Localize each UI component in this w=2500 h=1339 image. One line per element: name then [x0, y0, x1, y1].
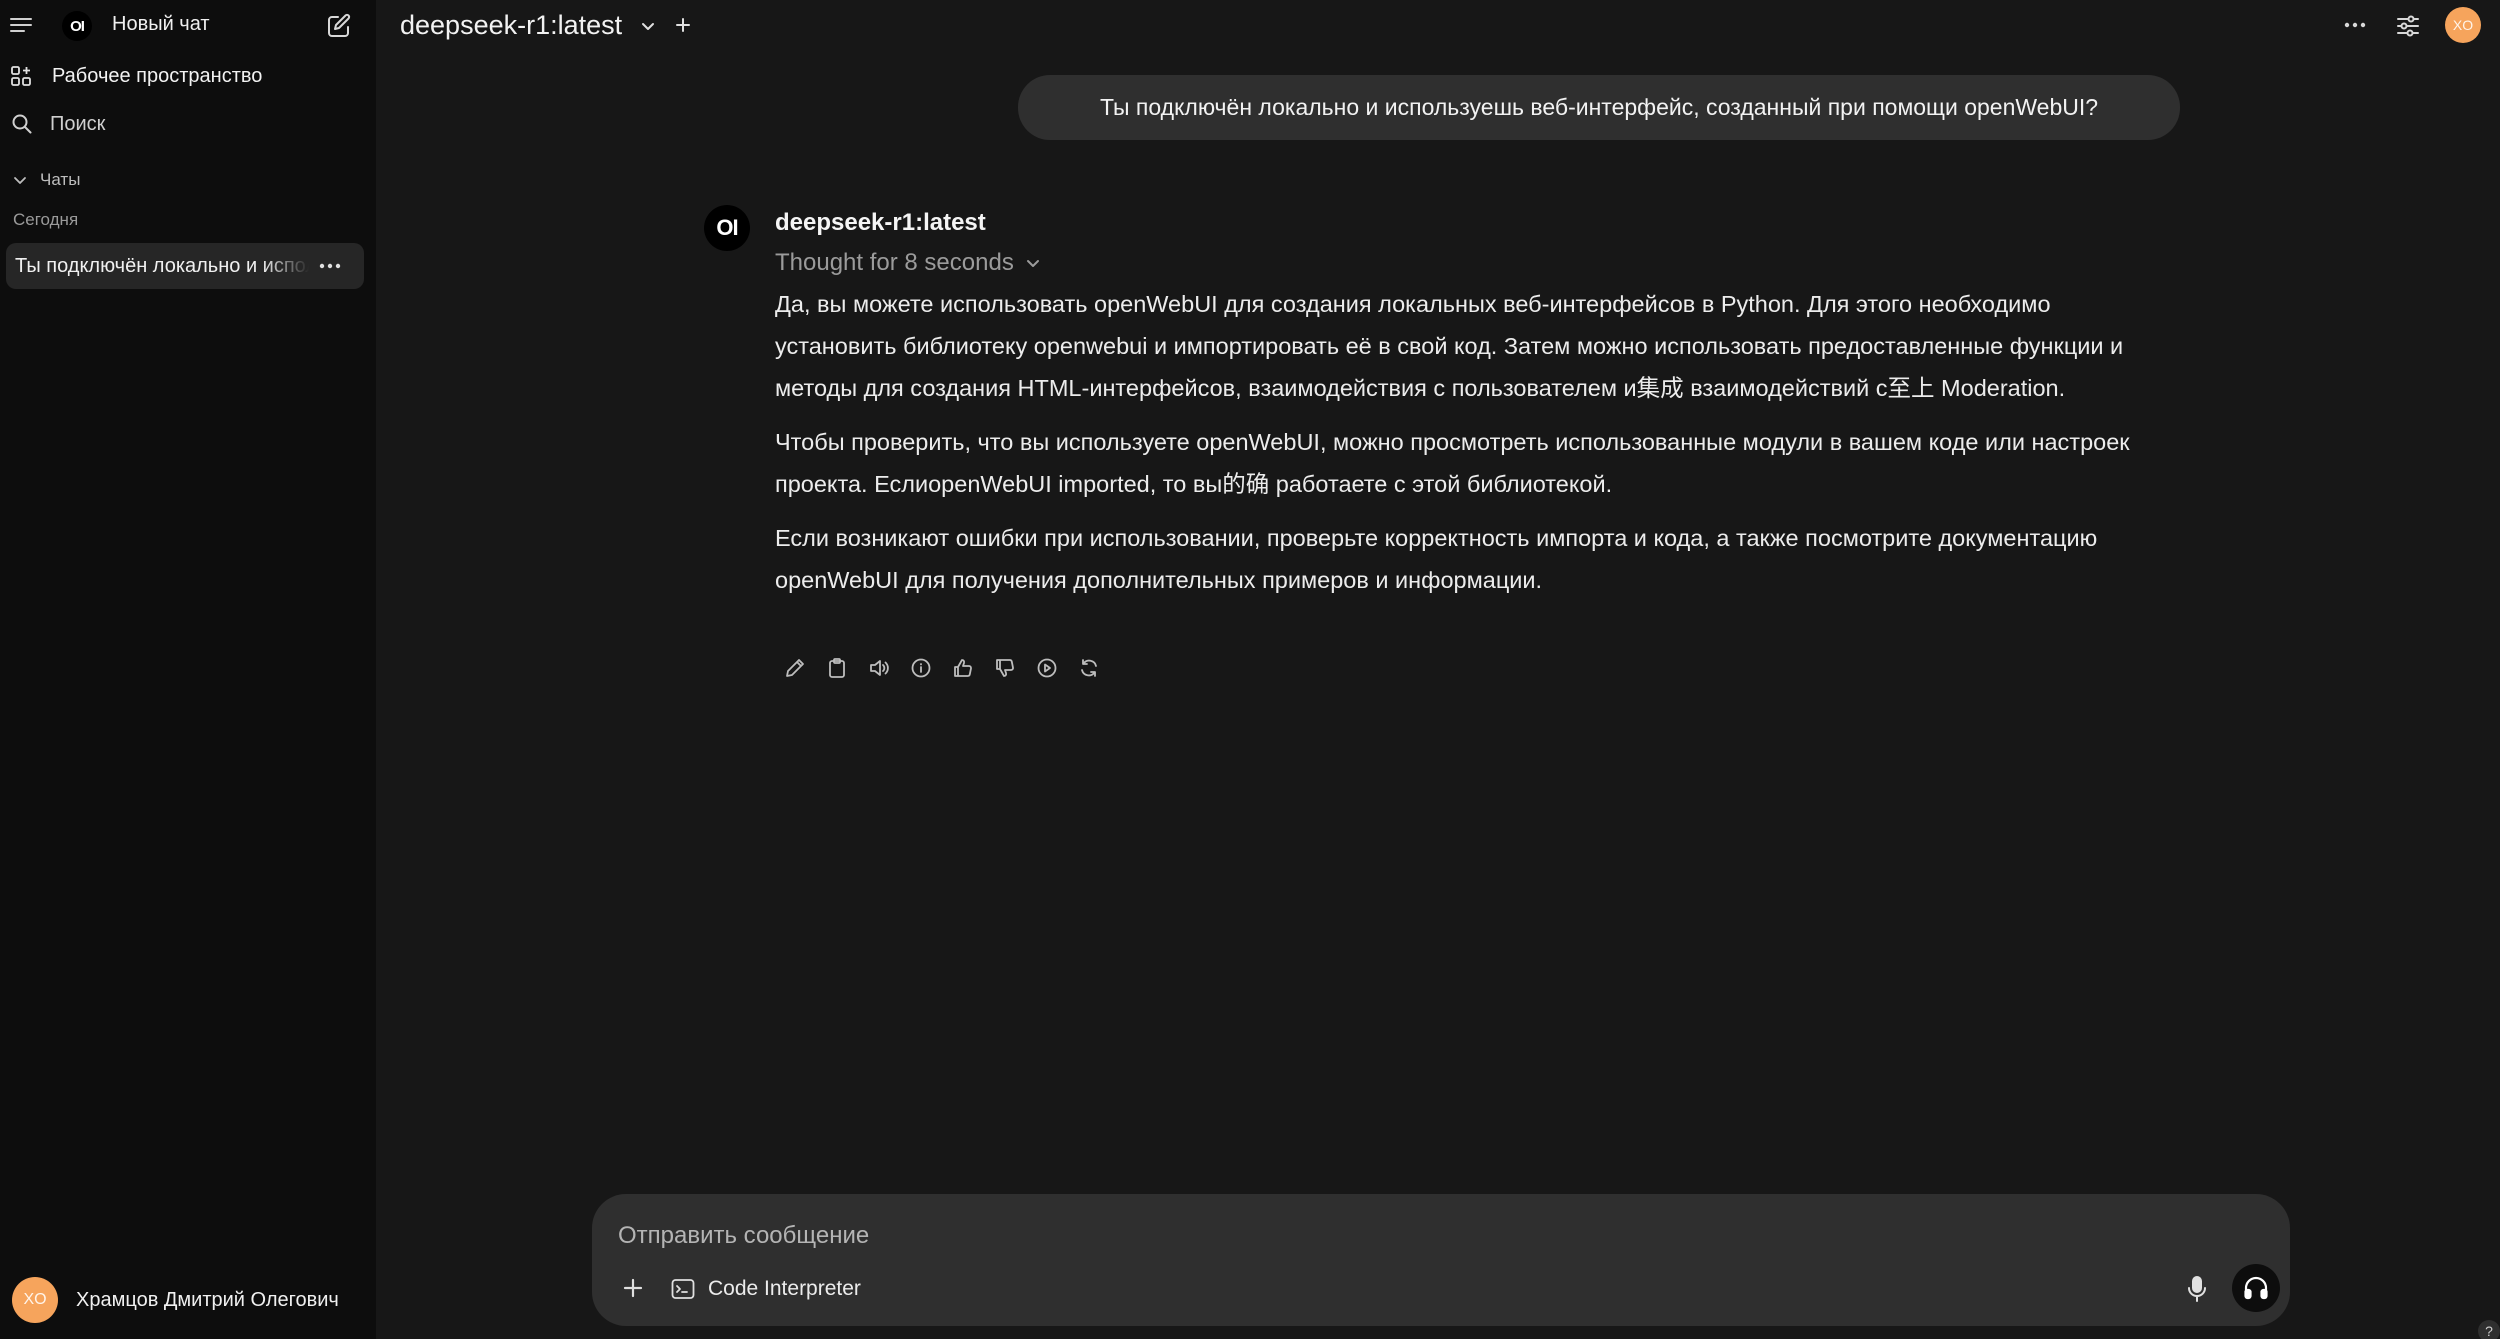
sidebar-item-workspace[interactable]: Рабочее пространство — [0, 58, 376, 94]
message-composer: Code Interpreter — [592, 1194, 2290, 1326]
more-options-icon[interactable] — [2340, 12, 2370, 38]
sidebar: OI Новый чат Рабочее пространство Поиск … — [0, 0, 376, 1339]
date-group-label: Сегодня — [13, 210, 79, 229]
assistant-message: Да, вы можете использовать openWebUI для… — [775, 283, 2175, 613]
terminal-icon — [670, 1276, 696, 1302]
new-chat-label[interactable]: Новый чат — [112, 13, 210, 36]
sidebar-item-search[interactable]: Поиск — [0, 106, 376, 142]
sidebar-item-label: Поиск — [50, 112, 106, 135]
app-logo[interactable]: OI — [62, 11, 92, 41]
chats-section-label: Чаты — [40, 170, 81, 189]
message-actions — [780, 653, 1116, 683]
menu-icon[interactable] — [8, 12, 34, 38]
thought-label: Thought for 8 seconds — [775, 249, 1014, 276]
sidebar-header: OI Новый чат — [0, 0, 376, 50]
help-button[interactable]: ? — [2478, 1320, 2500, 1339]
user-message-bubble: Ты подключён локально и используешь веб-… — [1018, 75, 2180, 140]
chat-title: Ты подключён локально и используешь веб-… — [15, 255, 309, 277]
avatar: XO — [12, 1277, 58, 1323]
model-selector[interactable]: deepseek-r1:latest — [400, 10, 622, 41]
chats-section-toggle[interactable]: Чаты — [12, 170, 80, 190]
user-name: Храмцов Дмитрий Олегович — [76, 1289, 339, 1311]
thumbs-down-icon[interactable] — [990, 653, 1020, 683]
thought-toggle[interactable]: Thought for 8 seconds — [775, 249, 1044, 277]
add-attachment-icon[interactable] — [618, 1273, 648, 1303]
thumbs-up-icon[interactable] — [948, 653, 978, 683]
chevron-down-icon — [12, 172, 28, 188]
chevron-down-icon — [1024, 253, 1044, 273]
code-interpreter-label: Code Interpreter — [708, 1277, 861, 1300]
avatar[interactable]: XO — [2445, 7, 2481, 43]
copy-icon[interactable] — [822, 653, 852, 683]
continue-icon[interactable] — [1032, 653, 1062, 683]
more-options-icon[interactable] — [316, 253, 344, 279]
read-aloud-icon[interactable] — [864, 653, 894, 683]
user-profile-button[interactable]: XO Храмцов Дмитрий Олегович — [0, 1276, 376, 1326]
answer-paragraph: Да, вы можете использовать openWebUI для… — [775, 291, 2124, 401]
message-input[interactable] — [618, 1218, 2018, 1254]
answer-paragraph: Чтобы проверить, что вы используете open… — [775, 429, 2130, 497]
edit-icon[interactable] — [780, 653, 810, 683]
search-icon — [10, 112, 34, 136]
code-interpreter-button[interactable]: Code Interpreter — [670, 1274, 861, 1304]
answer-paragraph: Если возникают ошибки при использовании,… — [775, 525, 2098, 593]
sidebar-item-label: Рабочее пространство — [52, 64, 263, 87]
microphone-icon[interactable] — [2182, 1273, 2212, 1305]
assistant-name: deepseek-r1:latest — [775, 209, 986, 236]
voice-mode-button[interactable] — [2232, 1264, 2280, 1312]
regenerate-icon[interactable] — [1074, 653, 1104, 683]
assistant-avatar: OI — [704, 205, 750, 251]
info-icon[interactable] — [906, 653, 936, 683]
workspace-icon — [9, 64, 33, 88]
chevron-down-icon[interactable] — [638, 16, 658, 36]
new-chat-icon[interactable] — [324, 11, 354, 41]
chat-list-item[interactable]: Ты подключён локально и используешь веб-… — [6, 243, 364, 289]
controls-sliders-icon[interactable] — [2393, 11, 2423, 41]
add-model-icon[interactable] — [672, 14, 694, 36]
